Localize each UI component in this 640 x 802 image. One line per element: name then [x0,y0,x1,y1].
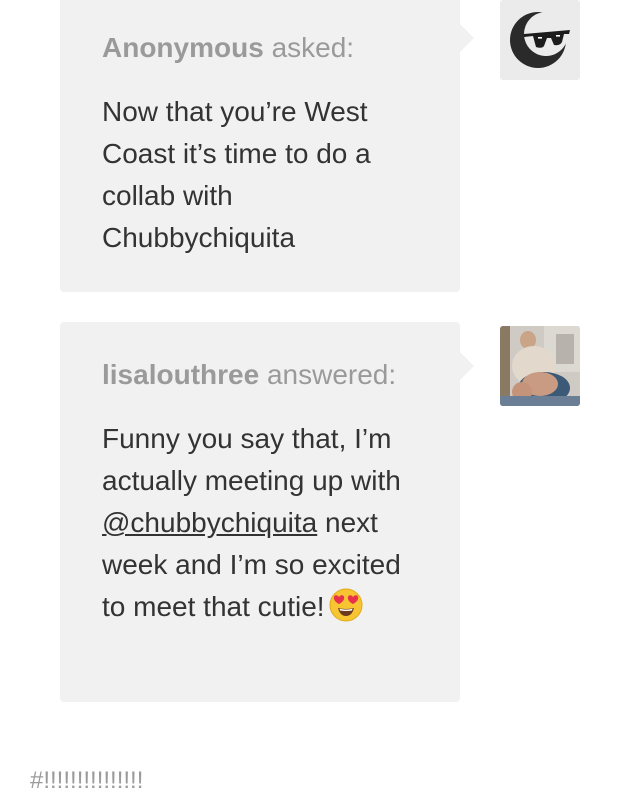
mention-link[interactable]: @chubbychiquita [102,507,317,538]
profile-photo-avatar [500,326,580,406]
answerer-name[interactable]: lisalouthree [102,359,259,390]
answer-text: Funny you say that, I’m actually meeting… [102,418,420,634]
lisalouthree-avatar[interactable] [500,326,580,406]
asker-name[interactable]: Anonymous [102,32,264,63]
ask-bubble: Anonymous asked: Now that you’re West Co… [60,0,474,292]
heart-eyes-emoji-icon [329,588,363,634]
ask-verb: asked: [271,32,355,63]
post-tags[interactable]: #!!!!!!!!!!!!!!! [30,764,143,798]
answer-text-before: Funny you say that, I’m actually meeting… [102,423,401,496]
anonymous-avatar[interactable] [500,0,580,80]
answer-header: lisalouthree answered: [102,358,420,392]
question-text: Now that you’re West Coast it’s time to … [102,96,371,253]
ask-header: Anonymous asked: [102,31,420,65]
answer-verb: answered: [266,359,397,390]
sunglasses-avatar-icon [510,12,570,68]
answer-bubble: lisalouthree answered: Funny you say tha… [60,322,474,702]
